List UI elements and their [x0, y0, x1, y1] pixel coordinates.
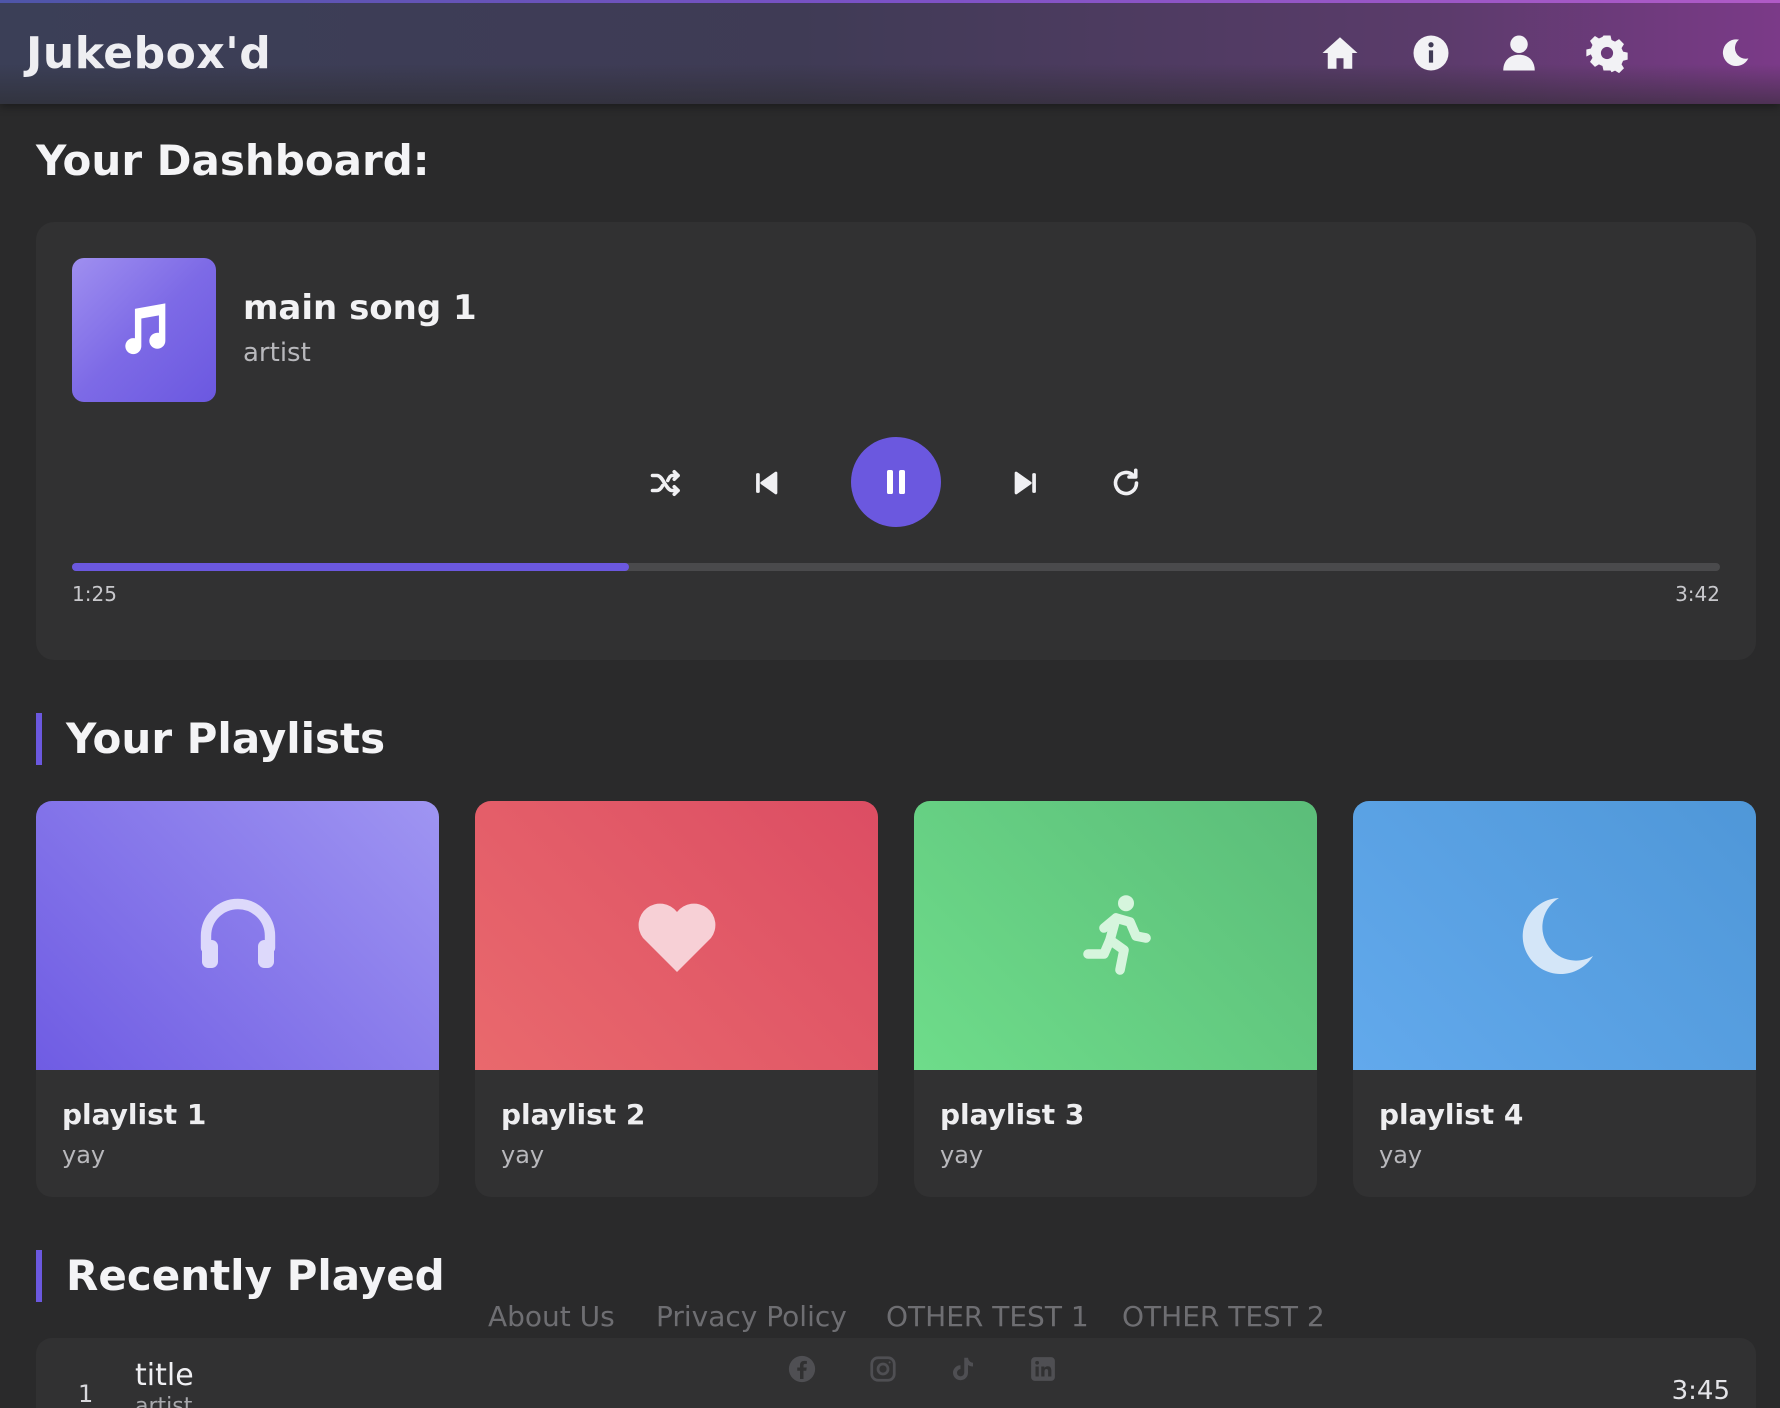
- playlist-name: playlist 1: [62, 1098, 207, 1131]
- app-logo[interactable]: Jukebox'd: [26, 28, 271, 79]
- playlist-card-4[interactable]: playlist 4 yay: [1353, 801, 1756, 1197]
- track-number: 1: [78, 1380, 94, 1408]
- facebook-icon[interactable]: [787, 1354, 821, 1388]
- footer-link-privacy[interactable]: Privacy Policy: [656, 1300, 847, 1333]
- previous-icon: [756, 471, 778, 495]
- footer-links: About Us Privacy Policy OTHER TEST 1 OTH…: [0, 1300, 1780, 1340]
- shuffle-icon: [650, 469, 680, 497]
- playlist-name: playlist 3: [940, 1098, 1085, 1131]
- footer-link-other-1[interactable]: OTHER TEST 1: [886, 1300, 1089, 1333]
- song-title: main song 1: [243, 288, 477, 328]
- playlist-name: playlist 2: [501, 1098, 646, 1131]
- album-cover: [72, 258, 216, 402]
- next-button[interactable]: [1002, 459, 1050, 507]
- next-icon: [1014, 471, 1036, 495]
- track-duration: 3:45: [1671, 1376, 1730, 1406]
- playlist-desc: yay: [1379, 1141, 1423, 1169]
- instagram-icon[interactable]: [868, 1354, 902, 1388]
- music-note-icon: [125, 303, 166, 355]
- previous-button[interactable]: [742, 459, 790, 507]
- total-time: 3:42: [1675, 582, 1720, 606]
- current-time: 1:25: [72, 582, 117, 606]
- playlist-card-3[interactable]: playlist 3 yay: [914, 801, 1317, 1197]
- recently-played-heading: Recently Played: [36, 1250, 445, 1302]
- heart-icon: [638, 903, 715, 972]
- progress-fill: [72, 563, 629, 571]
- playlist-cover: [914, 801, 1317, 1070]
- playlist-desc: yay: [501, 1141, 545, 1169]
- footer-link-about[interactable]: About Us: [488, 1300, 615, 1333]
- playlist-card-2[interactable]: playlist 2 yay: [475, 801, 878, 1197]
- track-artist: artist: [135, 1394, 193, 1408]
- playlist-desc: yay: [940, 1141, 984, 1169]
- page-title: Your Dashboard:: [36, 136, 430, 185]
- running-icon: [1082, 894, 1151, 975]
- moon-icon: [1522, 897, 1593, 974]
- info-icon[interactable]: [1408, 30, 1454, 76]
- repeat-button[interactable]: [1102, 459, 1150, 507]
- footer-link-other-2[interactable]: OTHER TEST 2: [1122, 1300, 1325, 1333]
- now-playing-card: main song 1 artist 1:25 3:42: [36, 222, 1756, 660]
- theme-toggle-moon-icon[interactable]: [1712, 30, 1758, 76]
- playlist-cover: [36, 801, 439, 1070]
- settings-icon[interactable]: [1584, 30, 1630, 76]
- playlist-cover: [1353, 801, 1756, 1070]
- playlists-heading: Your Playlists: [36, 713, 385, 765]
- home-icon[interactable]: [1317, 30, 1363, 76]
- shuffle-button[interactable]: [642, 459, 690, 507]
- playlist-desc: yay: [62, 1141, 106, 1169]
- playlist-name: playlist 4: [1379, 1098, 1524, 1131]
- pause-icon: [887, 470, 905, 494]
- pause-button[interactable]: [851, 437, 941, 527]
- tiktok-icon[interactable]: [948, 1354, 982, 1388]
- repeat-icon: [1113, 468, 1139, 496]
- song-artist: artist: [243, 338, 311, 368]
- playlist-cover: [475, 801, 878, 1070]
- track-title: title: [135, 1358, 194, 1393]
- user-icon[interactable]: [1496, 30, 1542, 76]
- top-navbar: Jukebox'd: [0, 0, 1780, 104]
- progress-bar[interactable]: [72, 563, 1720, 571]
- headphones-icon: [200, 898, 275, 968]
- playlist-card-1[interactable]: playlist 1 yay: [36, 801, 439, 1197]
- linkedin-icon[interactable]: [1028, 1354, 1062, 1388]
